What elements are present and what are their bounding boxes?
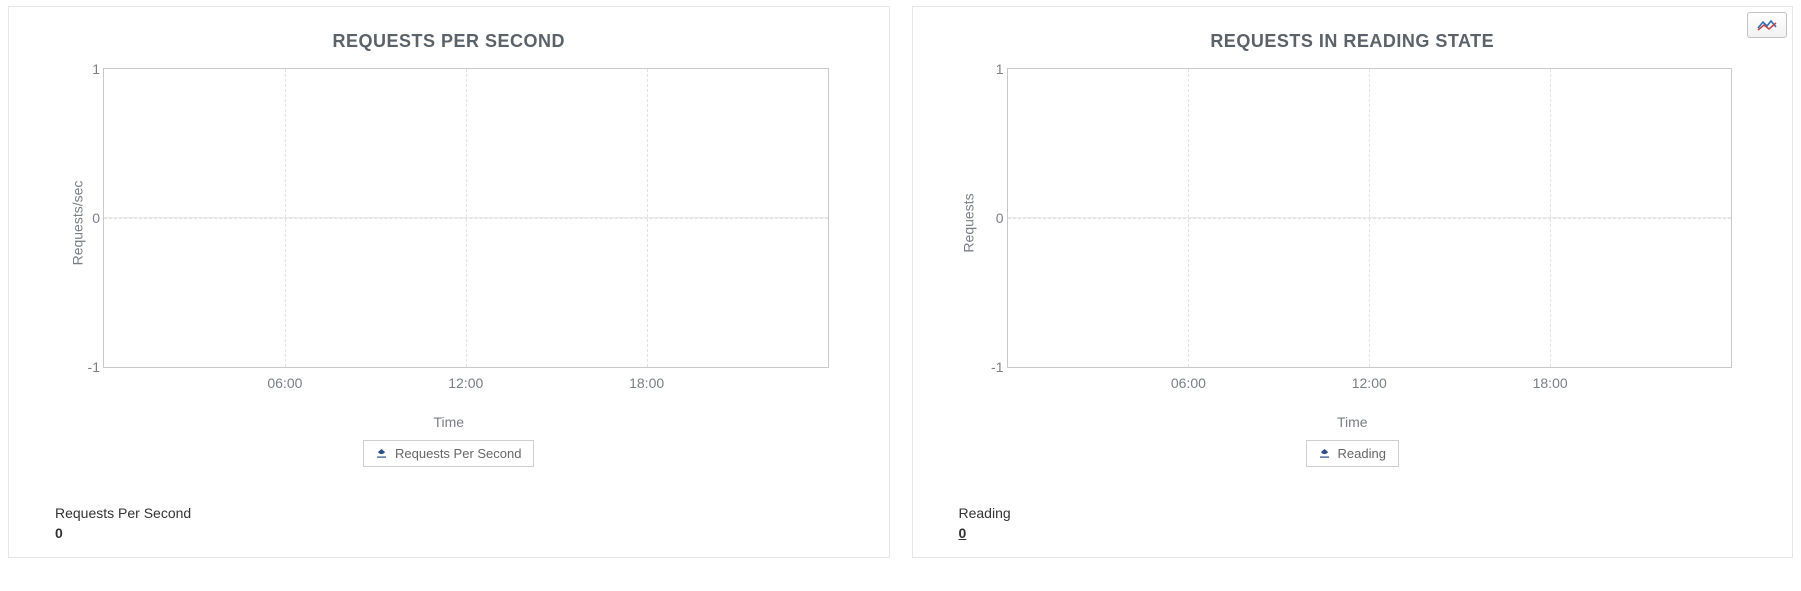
stat-block: Requests Per Second 0 [55, 505, 879, 541]
gridline-v [1188, 69, 1189, 367]
stat-label: Reading [959, 505, 1783, 521]
chart-options-button[interactable] [1747, 12, 1787, 38]
x-axis-label: Time [19, 414, 879, 430]
legend-item[interactable]: Reading [1306, 440, 1399, 467]
stat-value[interactable]: 0 [959, 525, 1783, 541]
stat-block: Reading 0 [959, 505, 1783, 541]
x-tick: 12:00 [1352, 375, 1387, 391]
x-axis-label: Time [923, 414, 1783, 430]
y-tick: 0 [996, 210, 1004, 226]
gridline-v [1369, 69, 1370, 367]
gridline-v [285, 69, 286, 367]
x-tick: 06:00 [267, 375, 302, 391]
y-tick: -1 [88, 359, 100, 375]
legend-swatch-icon [376, 448, 387, 459]
y-tick: 1 [996, 61, 1004, 77]
plot-area[interactable]: 1 0 -1 06:00 12:00 18:00 [1007, 68, 1733, 368]
y-axis-label: Requests/sec [69, 181, 85, 266]
legend-swatch-icon [1319, 448, 1330, 459]
gridline-v [647, 69, 648, 367]
x-tick: 18:00 [629, 375, 664, 391]
panel-title: REQUESTS IN READING STATE [923, 31, 1783, 52]
chart-area: Requests/sec 1 0 -1 06:00 12:00 18:00 [79, 58, 829, 388]
chart-toolbar [1747, 12, 1787, 38]
panel-requests-reading-state: REQUESTS IN READING STATE Requests 1 0 -… [912, 6, 1794, 558]
y-tick: -1 [991, 359, 1003, 375]
y-tick: 0 [92, 210, 100, 226]
x-tick: 12:00 [448, 375, 483, 391]
y-axis-label: Requests [960, 193, 976, 252]
stat-value: 0 [55, 525, 879, 541]
x-tick: 18:00 [1533, 375, 1568, 391]
plot-area[interactable]: 1 0 -1 06:00 12:00 18:00 [103, 68, 829, 368]
panel-requests-per-second: REQUESTS PER SECOND Requests/sec 1 0 -1 … [8, 6, 890, 558]
panel-title: REQUESTS PER SECOND [19, 31, 879, 52]
legend-label: Reading [1338, 446, 1386, 461]
y-tick: 1 [92, 61, 100, 77]
legend-item[interactable]: Requests Per Second [363, 440, 534, 467]
stat-label: Requests Per Second [55, 505, 879, 521]
legend-label: Requests Per Second [395, 446, 521, 461]
chart-area: Requests 1 0 -1 06:00 12:00 18:00 [983, 58, 1733, 388]
dashboard: REQUESTS PER SECOND Requests/sec 1 0 -1 … [0, 0, 1801, 564]
chart-icon [1757, 18, 1777, 32]
gridline-v [466, 69, 467, 367]
gridline-v [1550, 69, 1551, 367]
legend: Reading [923, 440, 1783, 467]
x-tick: 06:00 [1171, 375, 1206, 391]
legend: Requests Per Second [19, 440, 879, 467]
